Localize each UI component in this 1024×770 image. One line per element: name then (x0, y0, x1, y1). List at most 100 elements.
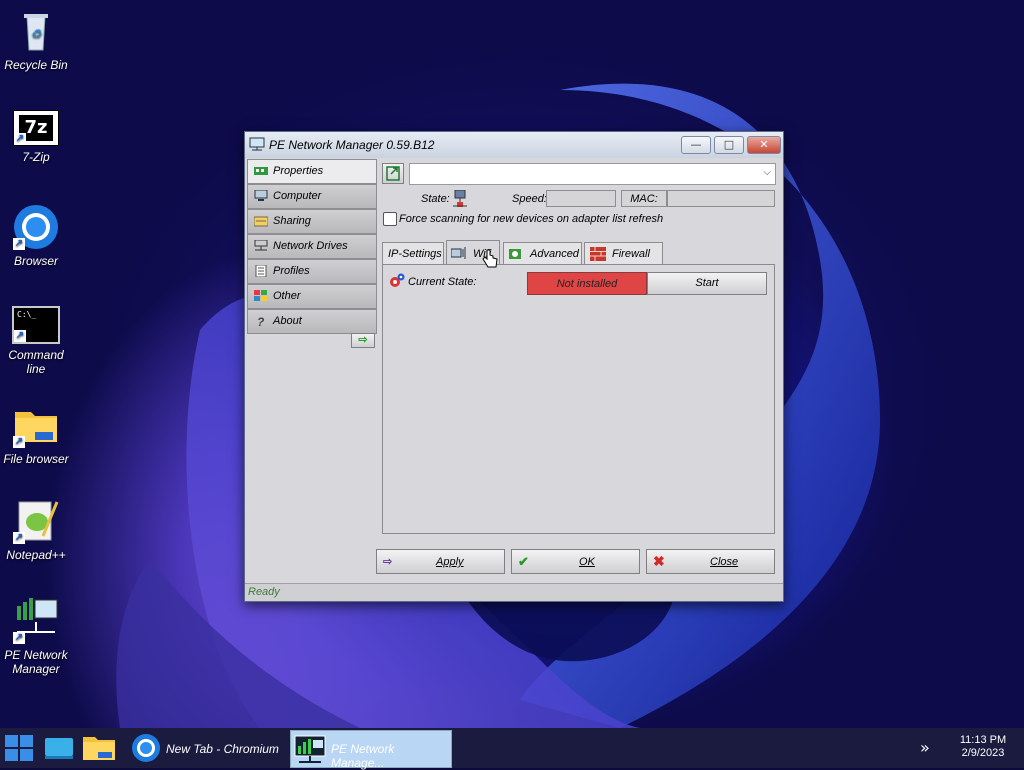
sidebar-item-label: Sharing (273, 215, 311, 227)
title-bar[interactable]: PE Network Manager 0.59.B12 — □ ✕ (245, 132, 783, 158)
shortcut-arrow-icon: ↗ (13, 436, 25, 448)
next-arrow-button[interactable]: ⇨ (351, 333, 375, 348)
hand-cursor-icon (482, 249, 498, 272)
sidebar-item-label: Properties (273, 165, 324, 177)
network-card-icon (254, 165, 268, 177)
tab-ip-settings[interactable]: IP-Settings (382, 242, 444, 265)
desktop-icon-label: 7-Zip (22, 150, 50, 164)
desktop-icon-label: PE Network Manager (4, 648, 68, 676)
desktop-icon-7zip[interactable]: 7z ↗ 7-Zip (0, 110, 72, 164)
clock-date: 2/9/2023 (961, 747, 1005, 759)
start-button-taskbar[interactable] (2, 732, 36, 764)
sharing-icon (253, 215, 269, 227)
sidebar-item-label: Profiles (273, 265, 310, 277)
adapter-refresh-button[interactable] (382, 163, 404, 184)
sidebar-item-network-drives[interactable]: Network Drives (247, 234, 377, 259)
app-icon (249, 137, 265, 151)
close-window-button[interactable]: ✕ (747, 136, 781, 154)
sidebar-item-label: About (273, 315, 302, 327)
wifi-status-value: Not installed (527, 272, 647, 295)
apply-button[interactable]: ⇨ Apply (376, 549, 505, 574)
browser-icon: ↗ (13, 204, 59, 250)
tab-advanced[interactable]: Advanced (503, 242, 582, 265)
desktop-icon-label: Notepad++ (6, 548, 66, 562)
taskbar-item-pe-network-manager[interactable]: PE Network Manage... (290, 730, 452, 770)
exit-arrow-icon (383, 166, 403, 186)
ok-button-label: OK (579, 556, 595, 568)
sidebar-item-label: Computer (273, 190, 322, 202)
desktop-icon-browser[interactable]: ↗ Browser (0, 204, 72, 268)
ok-button[interactable]: ✔ OK (511, 549, 640, 574)
profiles-icon (254, 264, 268, 278)
svg-text:♻: ♻ (31, 27, 42, 41)
sidebar-item-about[interactable]: ? About (247, 309, 377, 334)
7zip-icon: 7z ↗ (13, 110, 59, 146)
state-label: State: (421, 193, 450, 205)
tab-firewall[interactable]: Firewall (584, 242, 663, 265)
close-button[interactable]: ✖ Close (646, 549, 775, 574)
other-icon (254, 290, 268, 302)
sidebar-item-sharing[interactable]: Sharing (247, 209, 377, 234)
tab-label: Firewall (612, 248, 650, 260)
folder-icon (80, 737, 118, 767)
gears-icon (389, 273, 405, 292)
maximize-button[interactable]: □ (714, 136, 744, 154)
close-button-label: Close (710, 556, 739, 568)
window-title: PE Network Manager 0.59.B12 (269, 138, 435, 152)
desktop-icon-label: Browser (13, 254, 58, 268)
taskbar: New Tab - Chromium PE Network Manage... … (0, 728, 1024, 770)
speed-value (546, 190, 616, 207)
adapter-select[interactable]: ⌵ (409, 163, 776, 185)
desktop-icon-recycle-bin[interactable]: ♻ Recycle Bin (0, 8, 72, 72)
network-manager-icon: ↗ (13, 598, 59, 644)
sidebar-item-other[interactable]: Other (247, 284, 377, 309)
speed-label: Speed: (512, 193, 547, 205)
close-x-icon: ✖ (653, 553, 665, 569)
start-button[interactable]: Start (647, 272, 767, 295)
force-scan-checkbox[interactable] (383, 212, 397, 226)
shortcut-arrow-icon: ↗ (13, 632, 25, 644)
status-text: Ready (248, 586, 280, 598)
mac-value (667, 190, 775, 207)
system-clock[interactable]: 11:13 PM 2/9/2023 (950, 734, 1016, 760)
wifi-status-text: Not installed (556, 278, 618, 290)
desktop-icon-pe-network-manager[interactable]: ↗ PE Network Manager (0, 598, 72, 676)
desktop-icon-label: Recycle Bin (4, 58, 68, 72)
shortcut-arrow-icon: ↗ (14, 330, 26, 342)
apply-arrow-icon: ⇨ (383, 556, 393, 568)
network-manager-icon (293, 734, 327, 767)
shortcut-arrow-icon: ↗ (14, 133, 26, 145)
overflow-chevron-icon[interactable]: » (920, 738, 930, 757)
shortcut-arrow-icon: ↗ (13, 238, 25, 250)
checkmark-icon: ✔ (518, 554, 529, 569)
chevron-down-icon: ⌵ (763, 167, 771, 178)
firewall-brick-icon (590, 247, 606, 264)
shortcut-arrow-icon: ↗ (13, 532, 25, 544)
taskbar-file-browser[interactable] (80, 732, 118, 764)
desktop-icon-label: Command line (8, 348, 64, 376)
desktop-icon-command-line[interactable]: C:\_ ↗ Command line (0, 306, 72, 376)
force-scan-label: Force scanning for new devices on adapte… (399, 213, 664, 225)
taskbar-desktop-button[interactable] (42, 732, 76, 764)
desktop-icon-file-browser[interactable]: ↗ File browser (0, 402, 72, 466)
minimize-button[interactable]: — (681, 136, 711, 154)
disconnected-network-icon (453, 189, 469, 211)
sidebar-item-profiles[interactable]: Profiles (247, 259, 377, 284)
sidebar-item-computer[interactable]: Computer (247, 184, 377, 209)
computer-icon (254, 189, 268, 202)
desktop-icon-notepadpp[interactable]: ↗ Notepad++ (0, 498, 72, 562)
sidebar-item-properties[interactable]: Properties (247, 159, 377, 184)
windows-logo-icon (2, 735, 36, 767)
wifi-tab-panel: Current State: Not installed Start (382, 264, 775, 534)
pe-network-manager-window: PE Network Manager 0.59.B12 — □ ✕ Proper… (244, 131, 784, 602)
folder-icon: ↗ (13, 402, 59, 448)
tab-label: Advanced (530, 248, 579, 260)
command-line-icon: C:\_ ↗ (12, 306, 60, 344)
taskbar-item-label: New Tab - Chromium (166, 742, 279, 756)
monitor-icon (42, 738, 76, 767)
notepadpp-icon: ↗ (13, 498, 59, 544)
mac-label: MAC: (630, 193, 658, 205)
advanced-settings-icon (508, 247, 524, 264)
status-bar: Ready (245, 583, 783, 601)
taskbar-item-chromium[interactable]: New Tab - Chromium (126, 731, 284, 765)
